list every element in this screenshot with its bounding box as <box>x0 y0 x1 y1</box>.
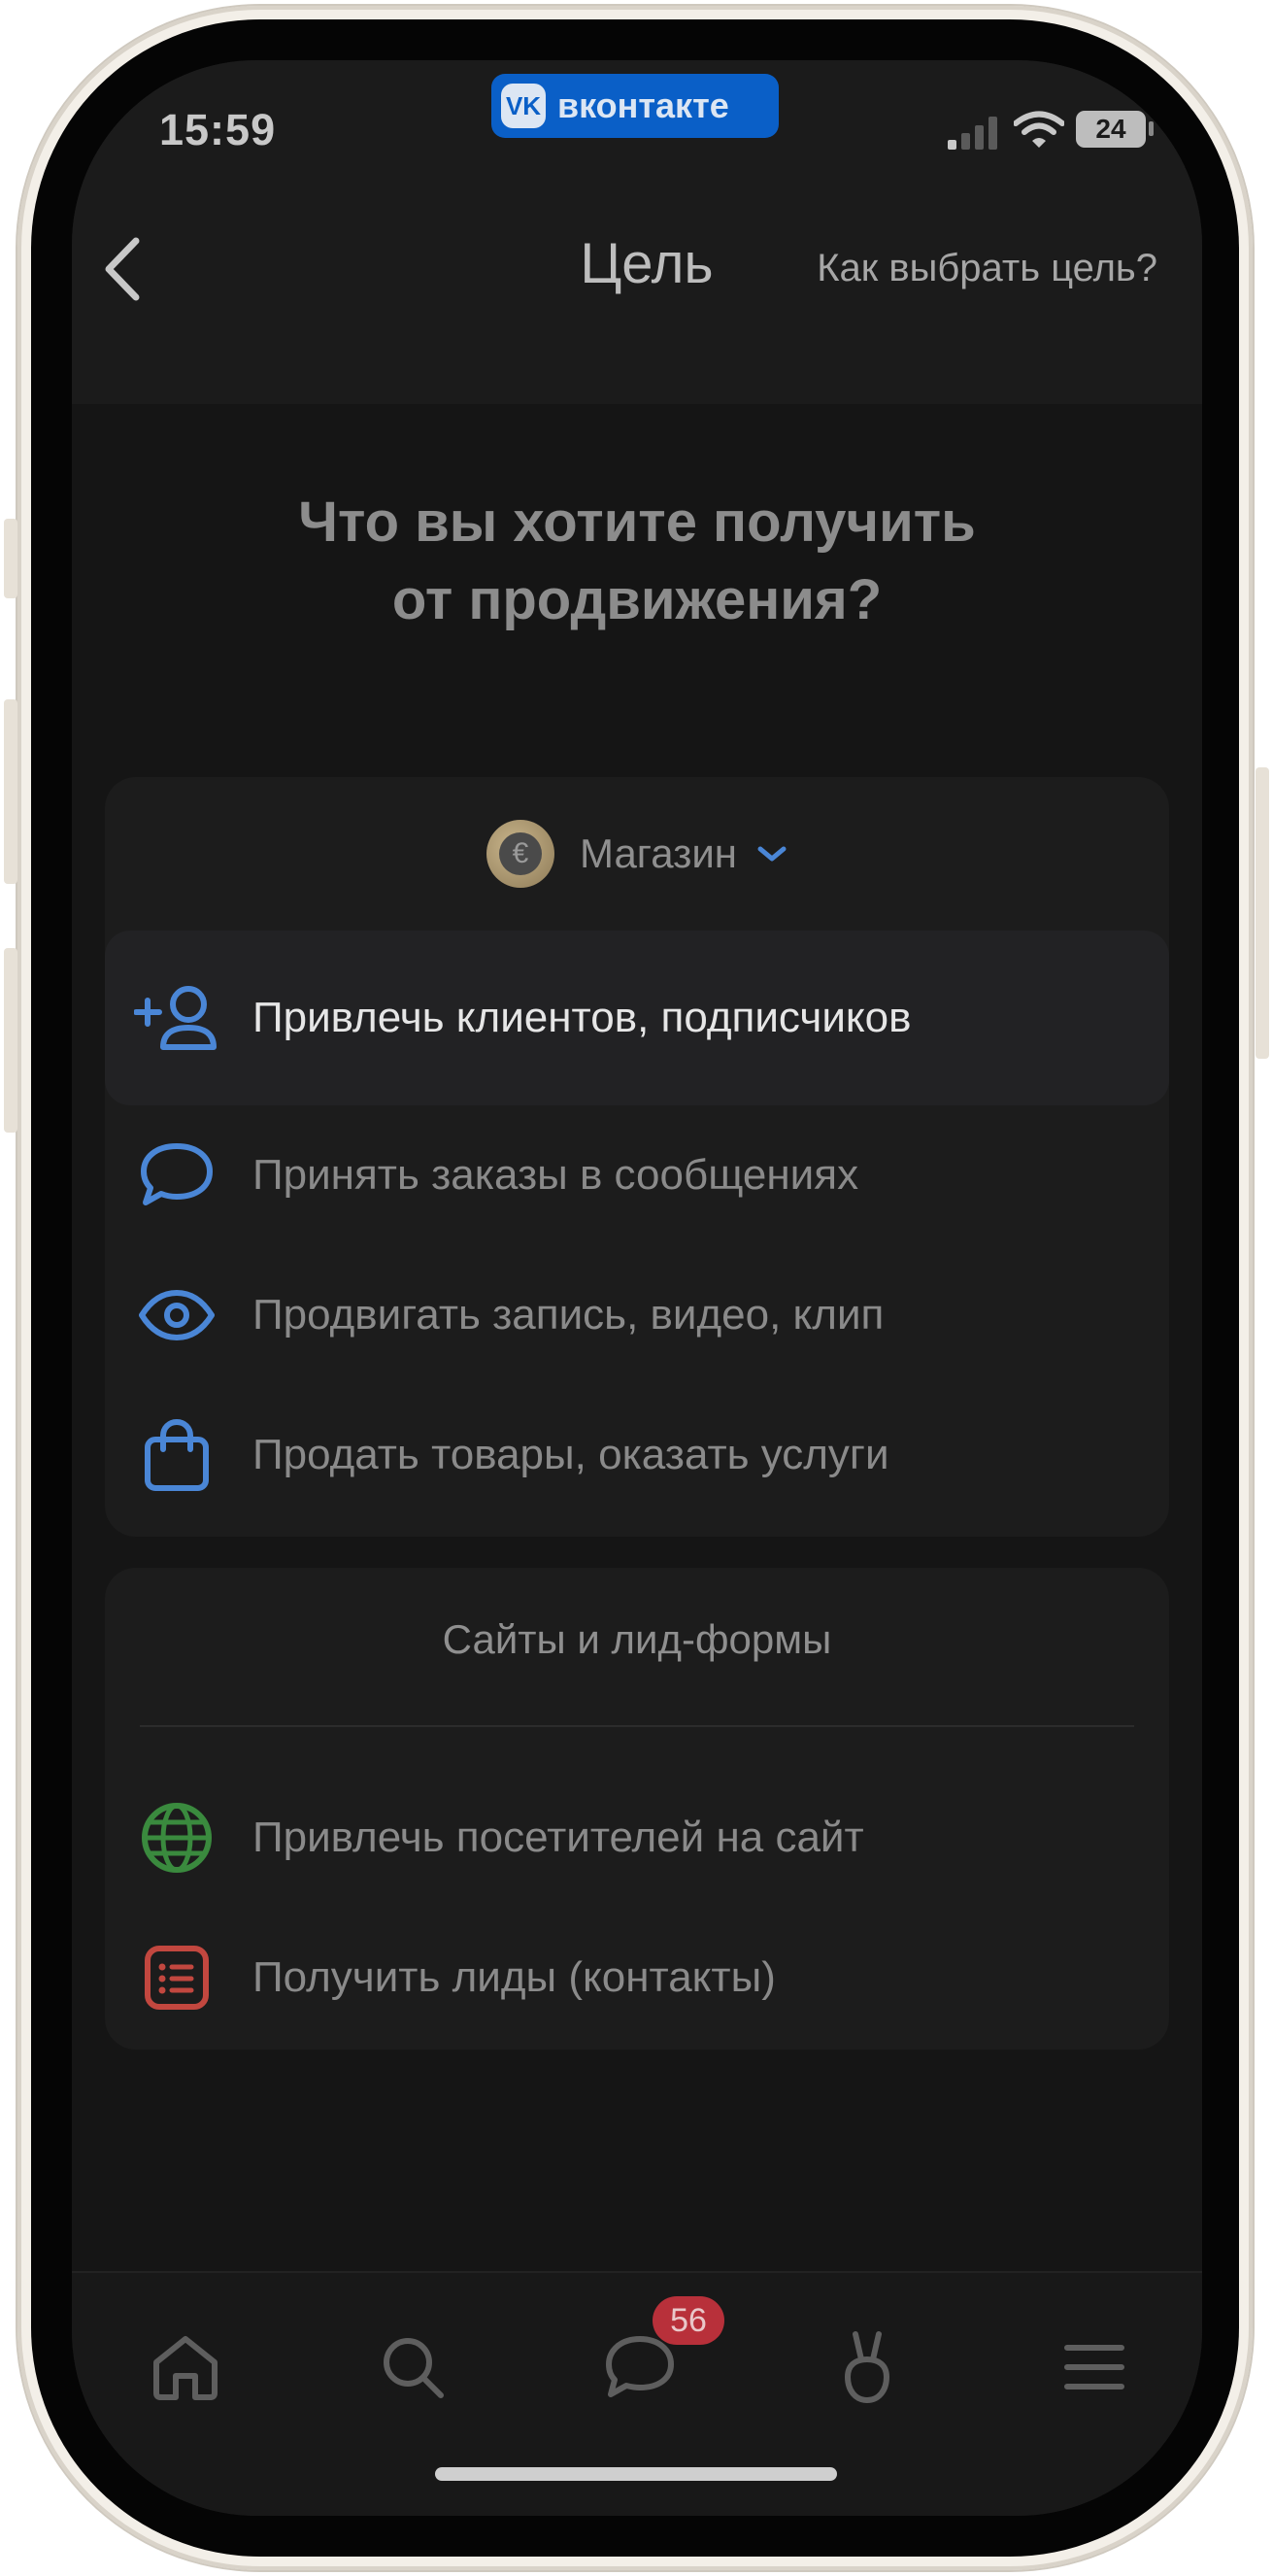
vk-app-pill[interactable]: VK вконтакте <box>491 74 779 138</box>
menu-icon <box>1064 2345 1124 2390</box>
goal-label: Принять заказы в сообщениях <box>252 1151 859 1199</box>
silent-switch <box>4 519 17 598</box>
vk-app-pill-label: вконтакте <box>557 85 729 125</box>
search-icon <box>384 2338 444 2398</box>
euro-sign: € <box>498 832 542 875</box>
home-icon <box>153 2336 218 2400</box>
headline: Что вы хотите получить от продвижения? <box>72 484 1202 639</box>
divider <box>140 1725 1134 1727</box>
goal-label: Привлечь клиентов, подписчиков <box>252 994 912 1041</box>
goal-label: Получить лиды (контакты) <box>252 1953 776 2001</box>
section-title: Сайты и лид-формы <box>442 1616 832 1662</box>
vk-logo-icon: VK <box>501 84 546 128</box>
volume-up-button <box>4 699 17 884</box>
category-selector[interactable]: € Магазин <box>105 777 1169 931</box>
messages-badge: 56 <box>653 2296 724 2345</box>
goal-promote-post[interactable]: Продвигать запись, видео, клип <box>105 1245 1169 1385</box>
chevron-down-icon <box>757 846 787 862</box>
clips-icon <box>844 2331 890 2404</box>
category-label: Магазин <box>579 830 737 876</box>
cellular-signal-icon <box>948 117 997 150</box>
goal-get-leads[interactable]: Получить лиды (контакты) <box>105 1908 1169 2048</box>
goal-attract-clients[interactable]: Привлечь клиентов, подписчиков <box>105 931 1169 1105</box>
tab-menu[interactable] <box>1051 2323 1138 2411</box>
battery-nub <box>1149 121 1154 136</box>
messages-icon <box>606 2336 674 2397</box>
globe-icon <box>134 1795 219 1881</box>
goal-sell-goods[interactable]: Продать товары, оказать услуги <box>105 1385 1169 1525</box>
headline-line-1: Что вы хотите получить <box>298 491 976 554</box>
goal-label: Привлечь посетителей на сайт <box>252 1813 864 1861</box>
goal-label: Продать товары, оказать услуги <box>252 1431 889 1478</box>
goal-attract-site-visitors[interactable]: Привлечь посетителей на сайт <box>105 1768 1169 1908</box>
goal-label: Продвигать запись, видео, клип <box>252 1291 885 1339</box>
sites-leads-card: Сайты и лид-формы Привлечь посетителей н… <box>105 1568 1169 2050</box>
eye-icon <box>134 1272 219 1358</box>
how-to-choose-goal-link[interactable]: Как выбрать цель? <box>817 247 1157 290</box>
euro-coin-icon: € <box>486 820 554 888</box>
wifi-icon <box>1014 111 1064 148</box>
status-bar: 15:59 VK вконтакте 24 <box>72 60 1202 254</box>
goal-accept-orders[interactable]: Принять заказы в сообщениях <box>105 1105 1169 1245</box>
power-button <box>1256 767 1269 1059</box>
goals-card: € Магазин Привлечь клиентов, подписчиков <box>105 777 1169 1537</box>
tab-search[interactable] <box>369 2323 456 2411</box>
add-user-icon <box>134 975 219 1061</box>
volume-down-button <box>4 948 17 1133</box>
app-screen: 15:59 VK вконтакте 24 Цель Как выбрать ц… <box>72 60 1202 2516</box>
shopping-bag-icon <box>134 1412 219 1498</box>
headline-line-2: от продвижения? <box>391 568 883 631</box>
chat-bubble-icon <box>134 1133 219 1218</box>
battery-indicator: 24 <box>1076 111 1146 148</box>
status-time: 15:59 <box>159 105 277 154</box>
page-title-text: Цель <box>580 232 714 295</box>
home-indicator[interactable] <box>435 2467 837 2481</box>
tab-clips[interactable] <box>823 2323 911 2411</box>
list-form-icon <box>134 1935 219 2020</box>
tab-home[interactable] <box>142 2323 229 2411</box>
